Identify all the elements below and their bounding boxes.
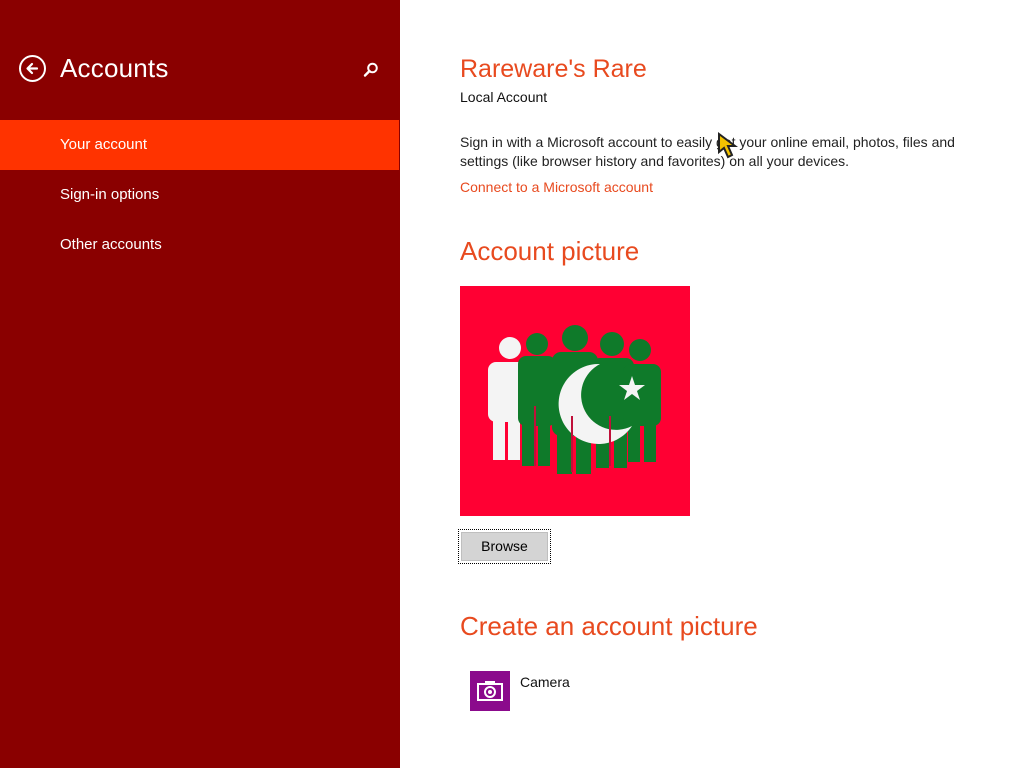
mouse-cursor-icon bbox=[718, 132, 738, 159]
pane-title: Accounts bbox=[60, 53, 169, 83]
browse-button-label: Browse bbox=[461, 532, 548, 561]
people-group-picture bbox=[488, 325, 661, 474]
account-picture bbox=[460, 286, 690, 516]
sidebar: Accounts Your account Sign-in options Ot… bbox=[0, 0, 400, 768]
search-button[interactable] bbox=[361, 60, 381, 80]
camera-icon bbox=[477, 681, 503, 701]
sidebar-item-other-accounts[interactable]: Other accounts bbox=[0, 220, 400, 270]
sidebar-item-label: Sign-in options bbox=[60, 186, 160, 203]
account-picture-heading: Account picture bbox=[460, 236, 640, 266]
main-content: Rareware's Rare Local Account Sign in wi… bbox=[400, 0, 1024, 768]
back-arrow-icon bbox=[26, 62, 39, 75]
back-button[interactable] bbox=[19, 55, 46, 82]
camera-app-tile[interactable] bbox=[470, 671, 510, 711]
sidebar-item-label: Your account bbox=[60, 136, 148, 153]
connect-microsoft-account-link[interactable]: Connect to a Microsoft account bbox=[460, 179, 653, 195]
account-type: Local Account bbox=[460, 89, 548, 105]
sidebar-item-sign-in-options[interactable]: Sign-in options bbox=[0, 170, 400, 220]
sidebar-item-label: Other accounts bbox=[60, 236, 162, 253]
camera-app-label[interactable]: Camera bbox=[520, 674, 570, 690]
browse-button[interactable]: Browse bbox=[458, 529, 551, 564]
create-picture-heading: Create an account picture bbox=[460, 611, 758, 641]
search-icon bbox=[363, 62, 378, 77]
account-name: Rareware's Rare bbox=[460, 55, 647, 83]
sidebar-item-your-account[interactable]: Your account bbox=[0, 120, 399, 170]
